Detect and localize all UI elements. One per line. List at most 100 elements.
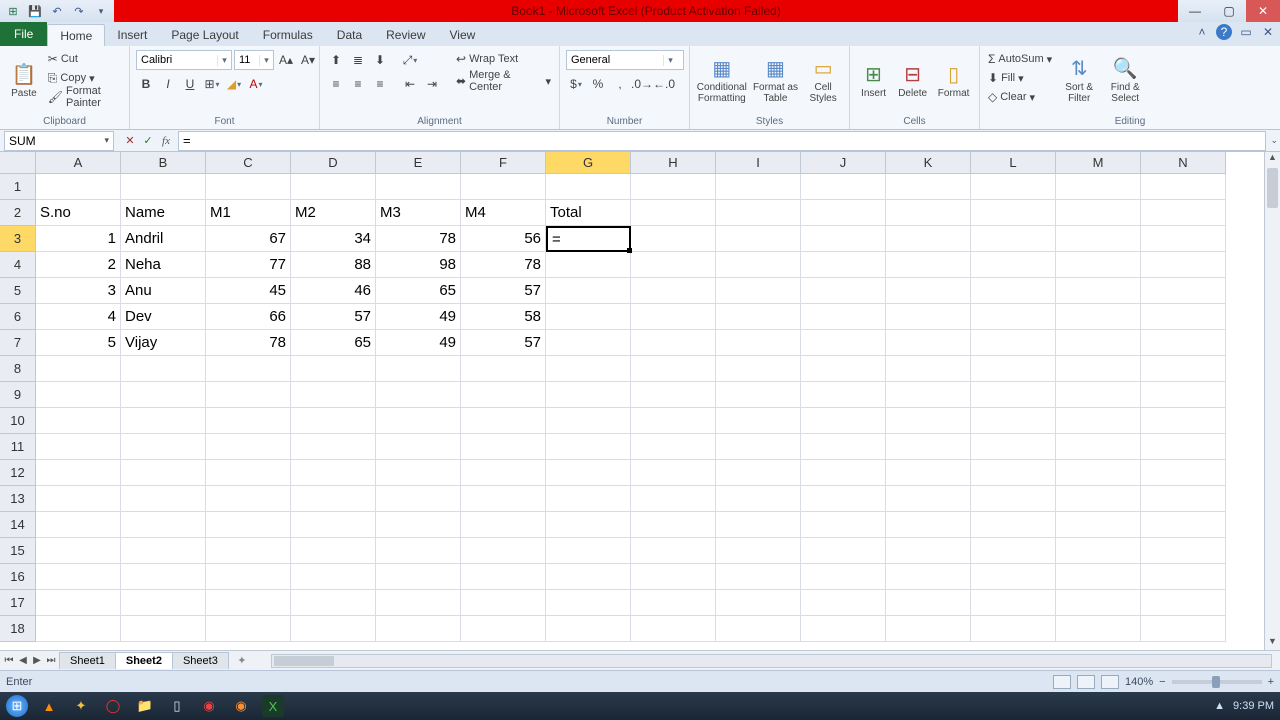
row-header-1[interactable]: 1 bbox=[0, 174, 36, 200]
cell-N14[interactable] bbox=[1141, 512, 1226, 538]
cell-N15[interactable] bbox=[1141, 538, 1226, 564]
cell-H1[interactable] bbox=[631, 174, 716, 200]
cell-G14[interactable] bbox=[546, 512, 631, 538]
opera-icon[interactable]: ◯ bbox=[102, 695, 124, 717]
cell-G4[interactable] bbox=[546, 252, 631, 278]
cell-A14[interactable] bbox=[36, 512, 121, 538]
cell-K8[interactable] bbox=[886, 356, 971, 382]
border-button[interactable]: ⊞ bbox=[202, 74, 222, 94]
scroll-down-icon[interactable]: ▼ bbox=[1265, 636, 1280, 650]
cell-C6[interactable]: 66 bbox=[206, 304, 291, 330]
cell-L2[interactable] bbox=[971, 200, 1056, 226]
cell-F1[interactable] bbox=[461, 174, 546, 200]
cell-I8[interactable] bbox=[716, 356, 801, 382]
cell-F13[interactable] bbox=[461, 486, 546, 512]
cell-C17[interactable] bbox=[206, 590, 291, 616]
cell-F12[interactable] bbox=[461, 460, 546, 486]
cell-J16[interactable] bbox=[801, 564, 886, 590]
cell-B7[interactable]: Vijay bbox=[121, 330, 206, 356]
cell-A3[interactable]: 1 bbox=[36, 226, 121, 252]
cell-H13[interactable] bbox=[631, 486, 716, 512]
font-name-input[interactable] bbox=[137, 54, 217, 66]
row-header-8[interactable]: 8 bbox=[0, 356, 36, 382]
cell-L8[interactable] bbox=[971, 356, 1056, 382]
fill-button[interactable]: ⬇Fill ▾ bbox=[986, 69, 1054, 87]
cell-J1[interactable] bbox=[801, 174, 886, 200]
cell-M6[interactable] bbox=[1056, 304, 1141, 330]
cell-F14[interactable] bbox=[461, 512, 546, 538]
cell-B13[interactable] bbox=[121, 486, 206, 512]
cell-A7[interactable]: 5 bbox=[36, 330, 121, 356]
cell-G7[interactable] bbox=[546, 330, 631, 356]
cell-D1[interactable] bbox=[291, 174, 376, 200]
vertical-scrollbar[interactable]: ▲ ▼ bbox=[1264, 152, 1280, 650]
row-header-4[interactable]: 4 bbox=[0, 252, 36, 278]
tray-icon[interactable]: ▲ bbox=[1214, 700, 1225, 712]
cell-N13[interactable] bbox=[1141, 486, 1226, 512]
cell-J5[interactable] bbox=[801, 278, 886, 304]
cell-D18[interactable] bbox=[291, 616, 376, 642]
cell-E15[interactable] bbox=[376, 538, 461, 564]
cell-L9[interactable] bbox=[971, 382, 1056, 408]
cell-B4[interactable]: Neha bbox=[121, 252, 206, 278]
cell-C1[interactable] bbox=[206, 174, 291, 200]
cell-C12[interactable] bbox=[206, 460, 291, 486]
cell-C13[interactable] bbox=[206, 486, 291, 512]
cell-G9[interactable] bbox=[546, 382, 631, 408]
cell-J14[interactable] bbox=[801, 512, 886, 538]
row-header-14[interactable]: 14 bbox=[0, 512, 36, 538]
cell-A2[interactable]: S.no bbox=[36, 200, 121, 226]
cell-L13[interactable] bbox=[971, 486, 1056, 512]
tab-view[interactable]: View bbox=[438, 24, 488, 46]
cell-H6[interactable] bbox=[631, 304, 716, 330]
cell-B11[interactable] bbox=[121, 434, 206, 460]
cell-H4[interactable] bbox=[631, 252, 716, 278]
cell-E5[interactable]: 65 bbox=[376, 278, 461, 304]
align-right-icon[interactable]: ≡ bbox=[370, 74, 390, 94]
cell-N1[interactable] bbox=[1141, 174, 1226, 200]
cell-B12[interactable] bbox=[121, 460, 206, 486]
cell-D17[interactable] bbox=[291, 590, 376, 616]
cell-J6[interactable] bbox=[801, 304, 886, 330]
increase-font-icon[interactable]: A▴ bbox=[276, 50, 296, 70]
autosum-button[interactable]: ΣAutoSum ▾ bbox=[986, 50, 1054, 68]
enter-icon[interactable]: ✓ bbox=[140, 133, 156, 149]
cell-I6[interactable] bbox=[716, 304, 801, 330]
cell-B18[interactable] bbox=[121, 616, 206, 642]
cell-D11[interactable] bbox=[291, 434, 376, 460]
chevron-down-icon[interactable]: ▾ bbox=[259, 55, 273, 66]
cell-E17[interactable] bbox=[376, 590, 461, 616]
cell-I3[interactable] bbox=[716, 226, 801, 252]
cell-H3[interactable] bbox=[631, 226, 716, 252]
row-header-17[interactable]: 17 bbox=[0, 590, 36, 616]
cut-button[interactable]: ✂Cut bbox=[46, 50, 123, 68]
tab-home[interactable]: Home bbox=[47, 24, 105, 46]
cell-L1[interactable] bbox=[971, 174, 1056, 200]
cell-L16[interactable] bbox=[971, 564, 1056, 590]
cell-I16[interactable] bbox=[716, 564, 801, 590]
cell-J13[interactable] bbox=[801, 486, 886, 512]
font-color-button[interactable]: A bbox=[246, 74, 266, 94]
cell-D4[interactable]: 88 bbox=[291, 252, 376, 278]
cell-B5[interactable]: Anu bbox=[121, 278, 206, 304]
col-header-K[interactable]: K bbox=[886, 152, 971, 174]
comma-icon[interactable]: , bbox=[610, 74, 630, 94]
cell-A16[interactable] bbox=[36, 564, 121, 590]
cell-E18[interactable] bbox=[376, 616, 461, 642]
row-header-7[interactable]: 7 bbox=[0, 330, 36, 356]
cell-C4[interactable]: 77 bbox=[206, 252, 291, 278]
cell-B8[interactable] bbox=[121, 356, 206, 382]
cell-M17[interactable] bbox=[1056, 590, 1141, 616]
cell-M14[interactable] bbox=[1056, 512, 1141, 538]
cell-G18[interactable] bbox=[546, 616, 631, 642]
zoom-level[interactable]: 140% bbox=[1125, 676, 1153, 688]
cell-A12[interactable] bbox=[36, 460, 121, 486]
new-sheet-icon[interactable]: ✦ bbox=[233, 654, 251, 667]
format-painter-button[interactable]: 🖌Format Painter bbox=[46, 88, 123, 106]
cell-F6[interactable]: 58 bbox=[461, 304, 546, 330]
save-icon[interactable]: 💾 bbox=[26, 2, 44, 20]
cell-D15[interactable] bbox=[291, 538, 376, 564]
zoom-in-icon[interactable]: + bbox=[1268, 676, 1274, 688]
cell-G3[interactable]: = bbox=[546, 226, 631, 252]
cell-I18[interactable] bbox=[716, 616, 801, 642]
